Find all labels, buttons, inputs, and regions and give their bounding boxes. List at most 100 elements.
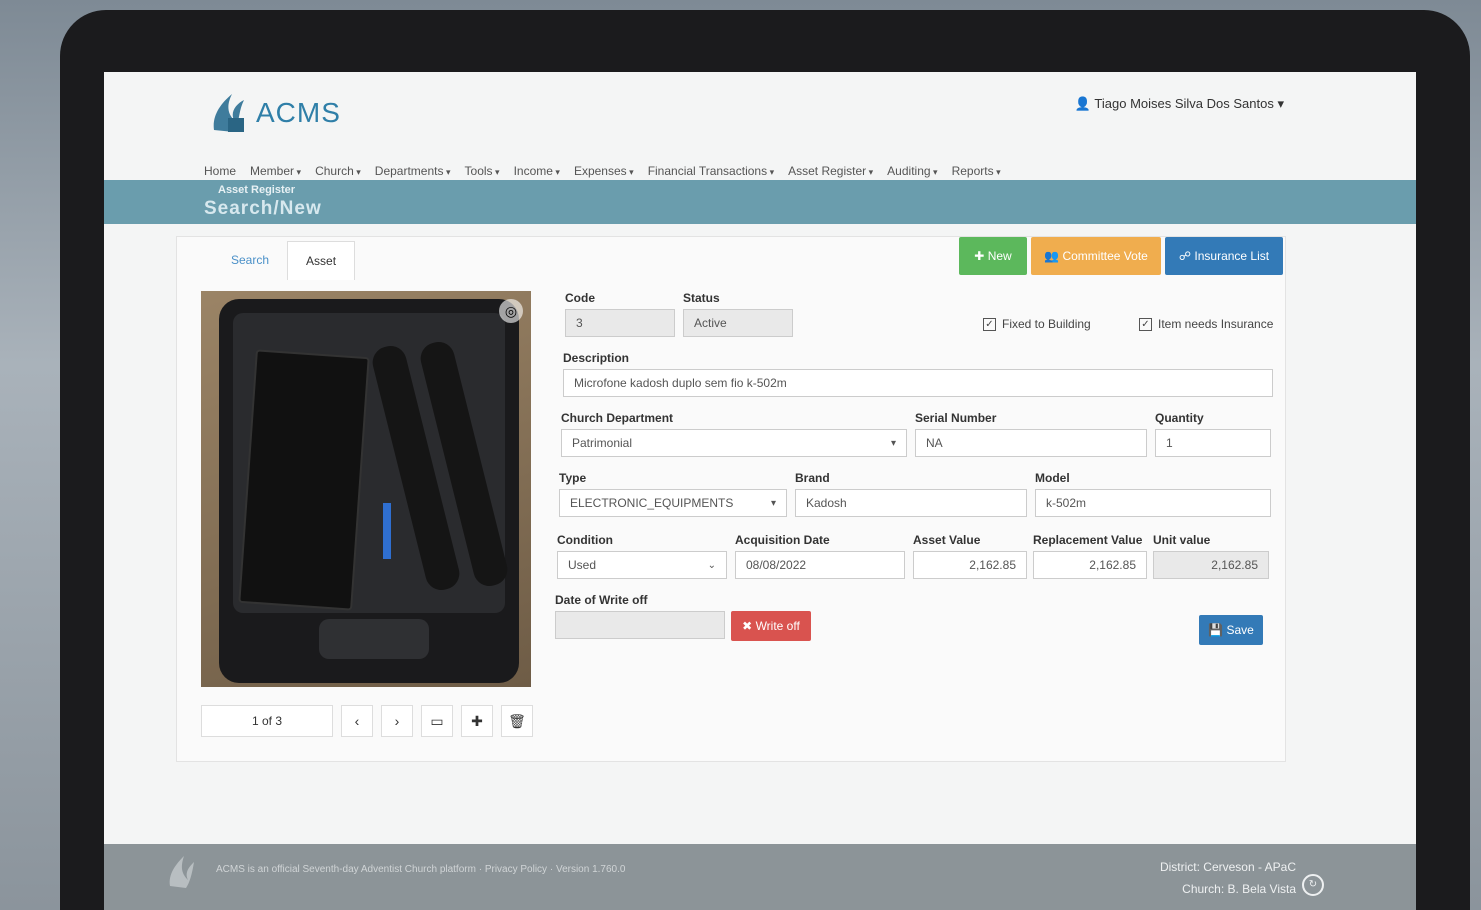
new-button[interactable]: ✚ New	[959, 237, 1027, 275]
users-icon: 👥	[1044, 249, 1063, 263]
user-menu[interactable]: 👤 Tiago Moises Silva Dos Santos ▾	[1075, 96, 1284, 112]
adventist-flame-icon	[169, 856, 194, 888]
photo-count: 1 of 3	[201, 705, 333, 737]
code-field[interactable]: 3	[565, 309, 675, 337]
nav-expenses[interactable]: Expenses	[574, 164, 634, 178]
model-field[interactable]: k-502m	[1035, 489, 1271, 517]
photo-case	[219, 299, 519, 683]
photo-pager: 1 of 3 ‹ › ▭ ✚ 🗑	[201, 705, 533, 737]
checkbox-icon: ✓	[983, 317, 996, 331]
quantity-stepper[interactable]: 1	[1155, 429, 1271, 457]
asset-photo[interactable]: ◎	[201, 291, 531, 687]
save-label: Save	[1226, 623, 1254, 637]
floppy-icon: 💾	[1208, 623, 1227, 637]
footer-text: ACMS is an official Seventh-day Adventis…	[216, 864, 626, 875]
photo-handle	[319, 619, 429, 659]
new-button-label: New	[987, 249, 1012, 263]
write-off-date-field[interactable]	[555, 611, 725, 639]
tab-search[interactable]: Search	[213, 241, 287, 280]
checkbox-icon: ✓	[1139, 317, 1152, 331]
type-value: ELECTRONIC_EQUIPMENTS	[570, 496, 734, 510]
chevron-left-icon[interactable]: ‹	[341, 705, 373, 737]
asset-value-label: Asset Value	[913, 533, 981, 547]
fixed-to-building-checkbox[interactable]: ✓ Fixed to Building	[983, 317, 1091, 331]
condition-select[interactable]: Used ⌄	[557, 551, 727, 579]
close-icon: ✖	[742, 619, 756, 633]
photo-foam	[233, 313, 511, 613]
tab-asset[interactable]: Asset	[287, 241, 356, 280]
photo-receiver	[238, 349, 370, 611]
condition-label: Condition	[557, 533, 613, 547]
replacement-value-label: Replacement Value	[1033, 533, 1143, 547]
nav-home[interactable]: Home	[204, 164, 236, 178]
nav-asset-register[interactable]: Asset Register	[788, 164, 873, 178]
footer: ACMS is an official Seventh-day Adventis…	[104, 844, 1416, 910]
unit-value-field[interactable]: 2,162.85	[1153, 551, 1269, 579]
model-label: Model	[1035, 471, 1070, 485]
add-photo-icon[interactable]: ✚	[461, 705, 493, 737]
committee-vote-button[interactable]: 👥 Committee Vote	[1031, 237, 1161, 275]
serial-number-label: Serial Number	[915, 411, 997, 425]
brand-field[interactable]: Kadosh	[795, 489, 1027, 517]
page-title: Search/New	[204, 198, 322, 219]
code-label: Code	[565, 291, 595, 305]
logo-flame-icon	[213, 94, 244, 132]
asset-panel: Search Asset ✚ New 👥 Committee Vote ☍ In…	[176, 236, 1286, 762]
brand-label: Brand	[795, 471, 830, 485]
condition-value: Used	[568, 558, 597, 572]
photo-battery	[383, 503, 391, 559]
church-department-label: Church Department	[561, 411, 674, 425]
nav-departments[interactable]: Departments	[375, 164, 451, 178]
write-off-label: Write off	[755, 619, 800, 633]
replacement-value-field[interactable]: 2,162.85	[1033, 551, 1147, 579]
breadcrumb: Asset Register	[218, 184, 296, 196]
refresh-icon[interactable]: ↻	[1302, 874, 1324, 896]
acms-logo[interactable]: ACMS	[208, 90, 341, 136]
church-department-select[interactable]: Patrimonial ▾	[561, 429, 907, 457]
tab-bar: Search Asset	[213, 241, 356, 280]
page-header-band: Asset Register Search/New	[104, 180, 1416, 224]
nav-tools[interactable]: Tools	[465, 164, 500, 178]
quantity-label: Quantity	[1155, 411, 1204, 425]
unit-value-label: Unit value	[1153, 533, 1211, 547]
write-off-button[interactable]: ✖ Write off	[731, 611, 811, 641]
shield-icon: ☍	[1178, 249, 1195, 263]
nav-church[interactable]: Church	[315, 164, 361, 178]
main-nav: Home Member Church Departments Tools Inc…	[204, 164, 1001, 178]
plus-icon: ✚	[974, 249, 988, 263]
write-off-date-label: Date of Write off	[555, 593, 648, 607]
user-icon: 👤	[1074, 96, 1092, 111]
nav-financial-transactions[interactable]: Financial Transactions	[648, 164, 774, 178]
nav-auditing[interactable]: Auditing	[887, 164, 937, 178]
zoom-icon[interactable]: ◎	[499, 299, 523, 323]
type-select[interactable]: ELECTRONIC_EQUIPMENTS ▾	[559, 489, 787, 517]
asset-value-field[interactable]: 2,162.85	[913, 551, 1027, 579]
footer-district[interactable]: District: Cerveson - APaC	[1160, 860, 1296, 874]
trash-icon[interactable]: 🗑	[501, 705, 533, 737]
app-screen: ACMS 👤 Tiago Moises Silva Dos Santos ▾ H…	[104, 72, 1416, 910]
serial-number-field[interactable]: NA	[915, 429, 1147, 457]
description-field[interactable]: Microfone kadosh duplo sem fio k-502m	[563, 369, 1273, 397]
nav-member[interactable]: Member	[250, 164, 301, 178]
insurance-list-label: Insurance List	[1194, 249, 1270, 263]
type-label: Type	[559, 471, 587, 485]
nav-income[interactable]: Income	[514, 164, 560, 178]
chevron-down-icon: ⌄	[707, 559, 716, 571]
monitor-icon[interactable]: ▭	[421, 705, 453, 737]
save-button[interactable]: 💾 Save	[1199, 615, 1263, 645]
insurance-list-button[interactable]: ☍ Insurance List	[1165, 237, 1283, 275]
description-label: Description	[563, 351, 630, 365]
chevron-right-icon[interactable]: ›	[381, 705, 413, 737]
nav-reports[interactable]: Reports	[952, 164, 1001, 178]
chevron-down-icon: ▾	[770, 497, 776, 509]
committee-vote-label: Committee Vote	[1062, 249, 1148, 263]
logo-text: ACMS	[256, 97, 341, 128]
needs-insurance-checkbox[interactable]: ✓ Item needs Insurance	[1139, 317, 1273, 331]
user-name: Tiago Moises Silva Dos Santos	[1094, 96, 1274, 111]
acquisition-date-label: Acquisition Date	[735, 533, 830, 547]
needs-insurance-label: Item needs Insurance	[1158, 317, 1274, 331]
footer-church[interactable]: Church: B. Bela Vista	[1182, 882, 1296, 896]
fixed-to-building-label: Fixed to Building	[1002, 317, 1091, 331]
acquisition-date-field[interactable]: 08/08/2022	[735, 551, 905, 579]
status-field[interactable]: Active	[683, 309, 793, 337]
